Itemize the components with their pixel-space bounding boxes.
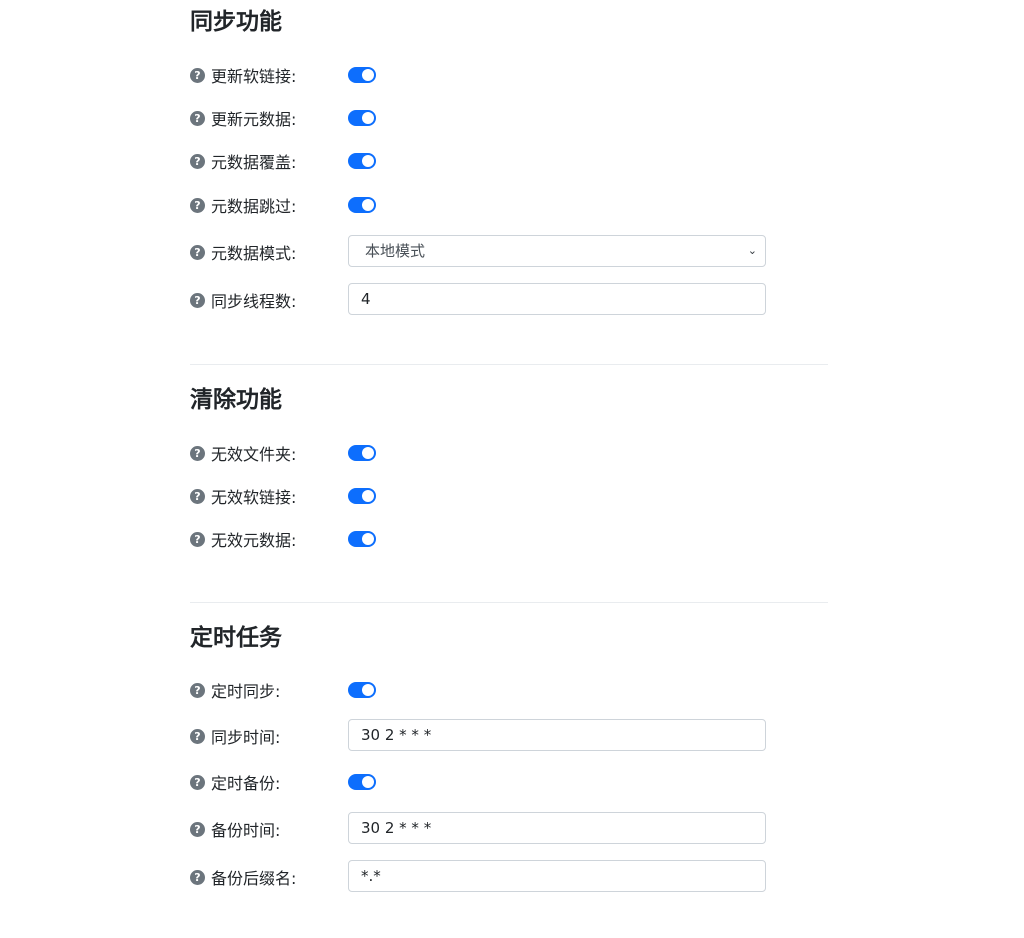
setting-row-metadata-skip: ? 元数据跳过: <box>190 188 828 222</box>
help-icon[interactable]: ? <box>190 774 205 790</box>
metadata-overwrite-toggle[interactable] <box>348 153 376 169</box>
invalid-symlink-toggle[interactable] <box>348 488 376 504</box>
help-icon[interactable]: ? <box>190 869 205 885</box>
label-text: 同步时间: <box>211 728 281 747</box>
section-title-schedule: 定时任务 <box>190 625 282 651</box>
chevron-down-icon: ⌄ <box>747 244 757 257</box>
setting-row-scheduled-sync: ? 定时同步: <box>190 673 828 707</box>
setting-label: ? 无效文件夹: <box>190 441 296 465</box>
metadata-skip-toggle[interactable] <box>348 197 376 213</box>
setting-label: ? 同步线程数: <box>190 288 296 312</box>
toggle-knob <box>362 199 374 211</box>
label-text: 同步线程数: <box>211 292 297 311</box>
update-symlink-toggle[interactable] <box>348 67 376 83</box>
label-text: 无效软链接: <box>211 488 297 507</box>
setting-row-invalid-metadata: ? 无效元数据: <box>190 522 828 556</box>
help-icon[interactable]: ? <box>190 488 205 504</box>
setting-label: ? 元数据模式: <box>190 240 296 264</box>
toggle-knob <box>362 447 374 459</box>
help-icon[interactable]: ? <box>190 153 205 169</box>
section-divider <box>190 602 828 603</box>
label-text: 无效文件夹: <box>211 445 297 464</box>
invalid-metadata-toggle[interactable] <box>348 531 376 547</box>
help-icon[interactable]: ? <box>190 110 205 126</box>
setting-label: ? 同步时间: <box>190 724 280 748</box>
sync-time-input[interactable]: 30 2 * * * <box>348 719 766 751</box>
help-icon[interactable]: ? <box>190 531 205 547</box>
toggle-knob <box>362 69 374 81</box>
setting-label: ? 无效软链接: <box>190 484 296 508</box>
scheduled-backup-toggle[interactable] <box>348 774 376 790</box>
label-text: 定时同步: <box>211 682 281 701</box>
label-text: 无效元数据: <box>211 531 297 550</box>
setting-label: ? 定时同步: <box>190 678 280 702</box>
help-icon[interactable]: ? <box>190 67 205 83</box>
metadata-mode-select[interactable]: 本地模式 ⌄ <box>348 235 766 267</box>
setting-row-scheduled-backup: ? 定时备份: <box>190 765 828 799</box>
section-divider <box>190 364 828 365</box>
section-title-sync: 同步功能 <box>190 9 282 35</box>
backup-time-input[interactable]: 30 2 * * * <box>348 812 766 844</box>
setting-label: ? 无效元数据: <box>190 527 296 551</box>
help-icon[interactable]: ? <box>190 197 205 213</box>
section-title-cleanup: 清除功能 <box>190 387 282 413</box>
help-icon[interactable]: ? <box>190 292 205 308</box>
toggle-knob <box>362 490 374 502</box>
help-icon[interactable]: ? <box>190 244 205 260</box>
setting-label: ? 更新元数据: <box>190 106 296 130</box>
scheduled-sync-toggle[interactable] <box>348 682 376 698</box>
label-text: 元数据模式: <box>211 244 297 263</box>
label-text: 更新软链接: <box>211 67 297 86</box>
setting-label: ? 定时备份: <box>190 770 280 794</box>
backup-suffix-input[interactable]: *.* <box>348 860 766 892</box>
setting-label: ? 更新软链接: <box>190 63 296 87</box>
setting-row-sync-time: ? 同步时间: 30 2 * * * <box>190 719 828 753</box>
sync-threads-input[interactable]: 4 <box>348 283 766 315</box>
toggle-knob <box>362 533 374 545</box>
label-text: 备份后缀名: <box>211 869 297 888</box>
setting-row-invalid-folder: ? 无效文件夹: <box>190 436 828 470</box>
label-text: 元数据跳过: <box>211 197 297 216</box>
setting-label: ? 备份时间: <box>190 817 280 841</box>
help-icon[interactable]: ? <box>190 445 205 461</box>
help-icon[interactable]: ? <box>190 728 205 744</box>
label-text: 元数据覆盖: <box>211 153 297 172</box>
label-text: 定时备份: <box>211 774 281 793</box>
setting-row-invalid-symlink: ? 无效软链接: <box>190 479 828 513</box>
update-metadata-toggle[interactable] <box>348 110 376 126</box>
toggle-knob <box>362 112 374 124</box>
select-value: 本地模式 <box>365 242 426 260</box>
setting-row-update-symlink: ? 更新软链接: <box>190 58 828 92</box>
setting-row-backup-suffix: ? 备份后缀名: *.* <box>190 860 828 894</box>
help-icon[interactable]: ? <box>190 682 205 698</box>
toggle-knob <box>362 684 374 696</box>
invalid-folder-toggle[interactable] <box>348 445 376 461</box>
help-icon[interactable]: ? <box>190 821 205 837</box>
setting-label: ? 元数据跳过: <box>190 193 296 217</box>
setting-row-sync-threads: ? 同步线程数: 4 <box>190 283 828 317</box>
toggle-knob <box>362 776 374 788</box>
label-text: 备份时间: <box>211 821 281 840</box>
settings-page: 同步功能 ? 更新软链接: ? 更新元数据: ? 元数据覆盖: ? 元数据跳过:… <box>0 0 1024 938</box>
setting-label: ? 备份后缀名: <box>190 865 296 889</box>
setting-row-update-metadata: ? 更新元数据: <box>190 101 828 135</box>
toggle-knob <box>362 155 374 167</box>
setting-row-metadata-mode: ? 元数据模式: 本地模式 ⌄ <box>190 235 828 269</box>
setting-row-metadata-overwrite: ? 元数据覆盖: <box>190 144 828 178</box>
setting-row-backup-time: ? 备份时间: 30 2 * * * <box>190 812 828 846</box>
setting-label: ? 元数据覆盖: <box>190 149 296 173</box>
label-text: 更新元数据: <box>211 110 297 129</box>
